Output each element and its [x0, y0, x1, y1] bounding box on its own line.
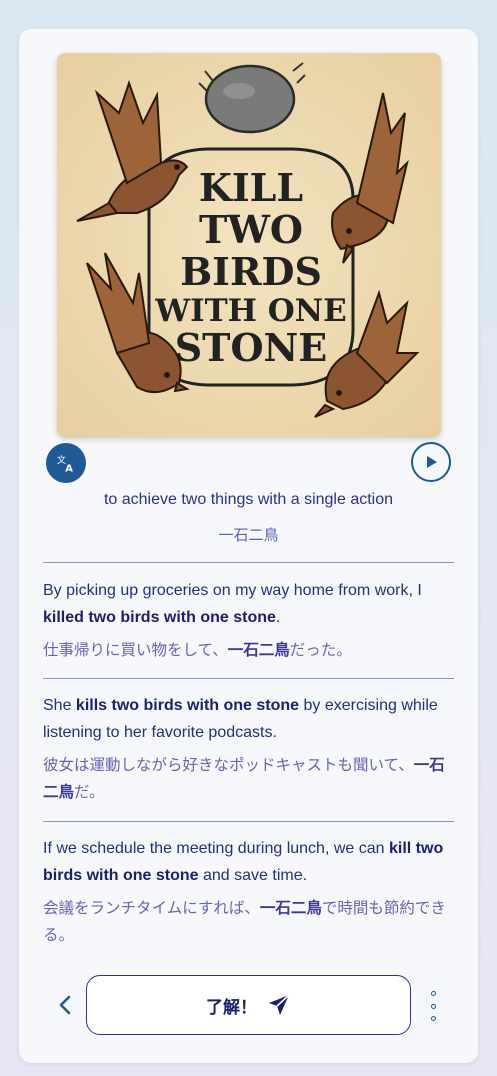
- divider: [43, 562, 454, 563]
- chevron-left-icon: [59, 995, 71, 1015]
- example-japanese: 彼女は運動しながら好きなポッドキャストも聞いて、一石二鳥だ。: [43, 757, 445, 801]
- example-sentence-3: If we schedule the meeting during lunch,…: [43, 835, 455, 949]
- idiom-highlight-ja: 一石二鳥: [259, 900, 322, 917]
- got-it-button[interactable]: 了解！: [86, 975, 411, 1035]
- example-sentence-1: By picking up groceries on my way home f…: [43, 577, 455, 664]
- illustration-title-line-2: TWO: [199, 207, 303, 252]
- translate-icon: 文 A: [57, 454, 73, 474]
- play-audio-button[interactable]: [411, 442, 451, 482]
- example-japanese: 会議をランチタイムにすれば、一石二鳥で時間も節約できる。: [43, 900, 446, 944]
- meaning-english: to achieve two things with a single acti…: [103, 491, 394, 508]
- illustration-title-line-3: BIRDS: [180, 249, 322, 294]
- translate-button[interactable]: 文 A: [46, 443, 86, 483]
- example-english: If we schedule the meeting during lunch,…: [43, 840, 444, 884]
- illustration-title-line-5: STONE: [175, 325, 328, 370]
- example-japanese: 仕事帰りに買い物をして、一石二鳥だった。: [43, 642, 352, 659]
- idiom-highlight: kills two birds with one stone: [75, 697, 300, 714]
- svg-text:A: A: [65, 463, 73, 474]
- idiom-illustration: KILL TWO BIRDS WITH ONE STONE: [57, 53, 441, 437]
- example-english: She kills two birds with one stone by ex…: [43, 697, 438, 741]
- play-icon: [427, 456, 437, 468]
- send-icon: [269, 994, 290, 1015]
- illustration-title-line-4: WITH ONE: [154, 293, 346, 329]
- example-english: By picking up groceries on my way home f…: [43, 582, 422, 626]
- phrase-card: KILL TWO BIRDS WITH ONE STONE 文 A to ach…: [19, 29, 478, 1063]
- idiom-highlight-ja: 一石二鳥: [227, 642, 290, 659]
- example-sentence-2: She kills two birds with one stone by ex…: [43, 692, 455, 806]
- meaning-japanese: 一石二鳥: [218, 527, 279, 544]
- more-options-button[interactable]: [424, 991, 442, 1021]
- idiom-highlight: killed two birds with one stone: [43, 609, 276, 626]
- divider: [43, 821, 454, 822]
- illustration-title-line-1: KILL: [199, 165, 303, 210]
- got-it-label: 了解！: [206, 997, 257, 1017]
- more-vertical-icon: [430, 991, 436, 1021]
- divider: [43, 678, 454, 679]
- back-button[interactable]: [53, 993, 77, 1017]
